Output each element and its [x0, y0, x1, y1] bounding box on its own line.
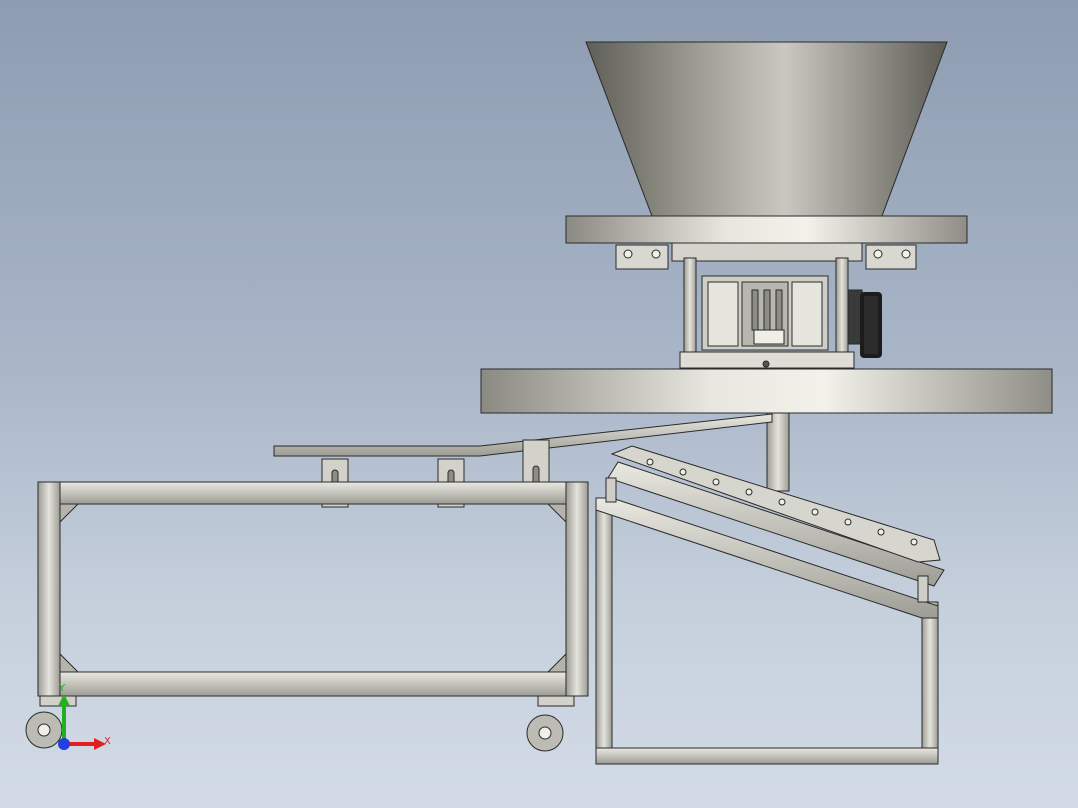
pulley — [860, 292, 882, 358]
hopper — [585, 41, 948, 217]
support-column — [766, 412, 790, 492]
graphics-viewport[interactable]: X Y — [0, 0, 1078, 808]
upper-plate — [565, 215, 968, 244]
y-axis-label: Y — [59, 683, 66, 694]
model-view[interactable] — [0, 0, 1078, 808]
drive-assembly — [671, 242, 863, 369]
x-axis-label: X — [104, 736, 111, 747]
right-frame — [595, 445, 945, 765]
left-frame — [37, 481, 589, 697]
lower-plate — [480, 368, 1053, 414]
caster-right — [526, 695, 575, 752]
coordinate-triad — [58, 694, 106, 750]
